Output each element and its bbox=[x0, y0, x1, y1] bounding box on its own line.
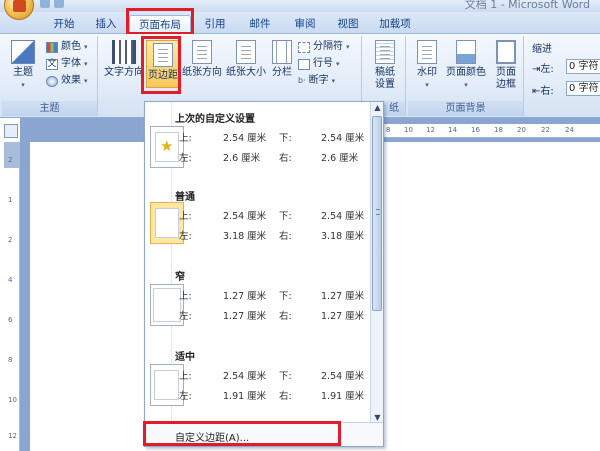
office-logo-icon bbox=[13, 0, 26, 12]
indent-left-input[interactable]: 0 字符 bbox=[566, 59, 600, 74]
manuscript-icon bbox=[375, 40, 395, 64]
group-paragraph-indent: 缩进 ⇥左: 0 字符 ⇤右: 0 字符 bbox=[526, 36, 600, 116]
margins-button[interactable]: 页边距 bbox=[146, 40, 180, 88]
size-button[interactable]: 纸张大小 bbox=[224, 40, 268, 79]
group-themes: 主题 ▾ 颜色 ▾ 文 字体 ▾ 效果 ▾ 主题 bbox=[2, 36, 98, 116]
colors-icon bbox=[46, 41, 58, 53]
indent-right-input[interactable]: 0 字符 bbox=[566, 81, 600, 96]
tab-mailings[interactable]: 邮件 bbox=[240, 15, 280, 34]
window-title: 文档 1 - Microsoft Word bbox=[464, 0, 590, 11]
dropdown-scrollbar[interactable]: ▲ ▼ bbox=[370, 102, 383, 424]
indent-title: 缩进 bbox=[532, 44, 552, 55]
theme-fonts-button[interactable]: 文 字体 ▾ bbox=[46, 57, 88, 71]
tab-review[interactable]: 审阅 bbox=[285, 15, 325, 34]
star-icon: ★ bbox=[160, 137, 174, 155]
breaks-button[interactable]: 分隔符 ▾ bbox=[298, 40, 350, 54]
custom-margins-item[interactable]: 自定义边距(A)... bbox=[145, 422, 383, 446]
page-borders-button[interactable]: 页面 边框 bbox=[490, 40, 522, 91]
text-direction-icon bbox=[112, 40, 136, 64]
effects-icon bbox=[46, 75, 58, 87]
margins-icon bbox=[153, 43, 173, 67]
undo-icon[interactable] bbox=[54, 0, 64, 8]
scroll-up-icon[interactable]: ▲ bbox=[371, 102, 384, 114]
margin-preset-normal[interactable]: 普通 上: 2.54 厘米 下: 2.54 厘米 左: 3.18 厘米 右: 3… bbox=[145, 188, 371, 248]
line-numbers-button[interactable]: 行号 ▾ bbox=[298, 57, 340, 71]
columns-button[interactable]: 分栏 bbox=[268, 40, 296, 79]
orientation-button[interactable]: 纸张方向 bbox=[180, 40, 224, 79]
tab-home[interactable]: 开始 bbox=[44, 15, 84, 34]
vertical-ruler[interactable]: 2 1 2 4 6 8 10 12 bbox=[4, 142, 20, 451]
theme-effects-button[interactable]: 效果 ▾ bbox=[46, 74, 88, 88]
hyphenation-button[interactable]: b· 断字 ▾ bbox=[298, 74, 335, 88]
watermark-icon bbox=[417, 40, 437, 64]
margin-preset-moderate[interactable]: 适中 上: 2.54 厘米 下: 2.54 厘米 左: 1.91 厘米 右: 1… bbox=[145, 348, 371, 408]
scrollbar-thumb[interactable] bbox=[372, 116, 382, 311]
fonts-icon: 文 bbox=[46, 58, 58, 70]
page-borders-icon bbox=[496, 40, 516, 64]
margin-preset-narrow[interactable]: 窄 上: 1.27 厘米 下: 1.27 厘米 左: 1.27 厘米 右: 1.… bbox=[145, 268, 371, 328]
group-page-background: 水印 ▾ 页面颜色 ▾ 页面 边框 页面背景 bbox=[408, 36, 524, 116]
text-direction-button[interactable]: 文字方向 bbox=[102, 40, 146, 79]
orientation-icon bbox=[192, 40, 212, 64]
indent-right-label: ⇤右: bbox=[532, 86, 554, 97]
tab-references[interactable]: 引用 bbox=[195, 15, 235, 34]
theme-colors-button[interactable]: 颜色 ▾ bbox=[46, 40, 88, 54]
margins-dropdown: 上次的自定义设置 ★ 上: 2.54 厘米 下: 2.54 厘米 左: 2.6 … bbox=[144, 101, 384, 447]
themes-button[interactable]: 主题 ▾ bbox=[8, 40, 38, 91]
page-size-icon bbox=[236, 40, 256, 64]
group-label-themes: 主题 bbox=[2, 101, 97, 116]
tab-page-layout[interactable]: 页面布局 bbox=[129, 15, 191, 34]
tab-insert[interactable]: 插入 bbox=[86, 15, 126, 34]
line-numbers-icon bbox=[298, 58, 310, 70]
quick-access-toolbar bbox=[40, 0, 64, 8]
page-color-icon bbox=[456, 40, 476, 64]
hyphenation-icon: b· bbox=[298, 76, 306, 85]
watermark-button[interactable]: 水印 ▾ bbox=[410, 40, 444, 91]
page-color-button[interactable]: 页面颜色 ▾ bbox=[444, 40, 488, 91]
indent-left-label: ⇥左: bbox=[532, 64, 554, 75]
ribbon-tabs: 开始 插入 页面布局 引用 邮件 审阅 视图 加载项 bbox=[0, 12, 600, 34]
margin-preset-last-custom[interactable]: 上次的自定义设置 ★ 上: 2.54 厘米 下: 2.54 厘米 左: 2.6 … bbox=[145, 110, 371, 170]
tab-view[interactable]: 视图 bbox=[328, 15, 368, 34]
tab-addins[interactable]: 加载项 bbox=[372, 15, 418, 34]
manuscript-settings-button[interactable]: 稿纸 设置 bbox=[368, 40, 402, 91]
breaks-icon bbox=[298, 41, 310, 53]
themes-icon bbox=[11, 40, 35, 64]
tab-selector[interactable] bbox=[4, 124, 18, 138]
columns-icon bbox=[272, 40, 292, 64]
title-bar: 文档 1 - Microsoft Word bbox=[0, 0, 600, 20]
save-icon[interactable] bbox=[40, 0, 50, 8]
group-label-page-background: 页面背景 bbox=[408, 101, 523, 116]
